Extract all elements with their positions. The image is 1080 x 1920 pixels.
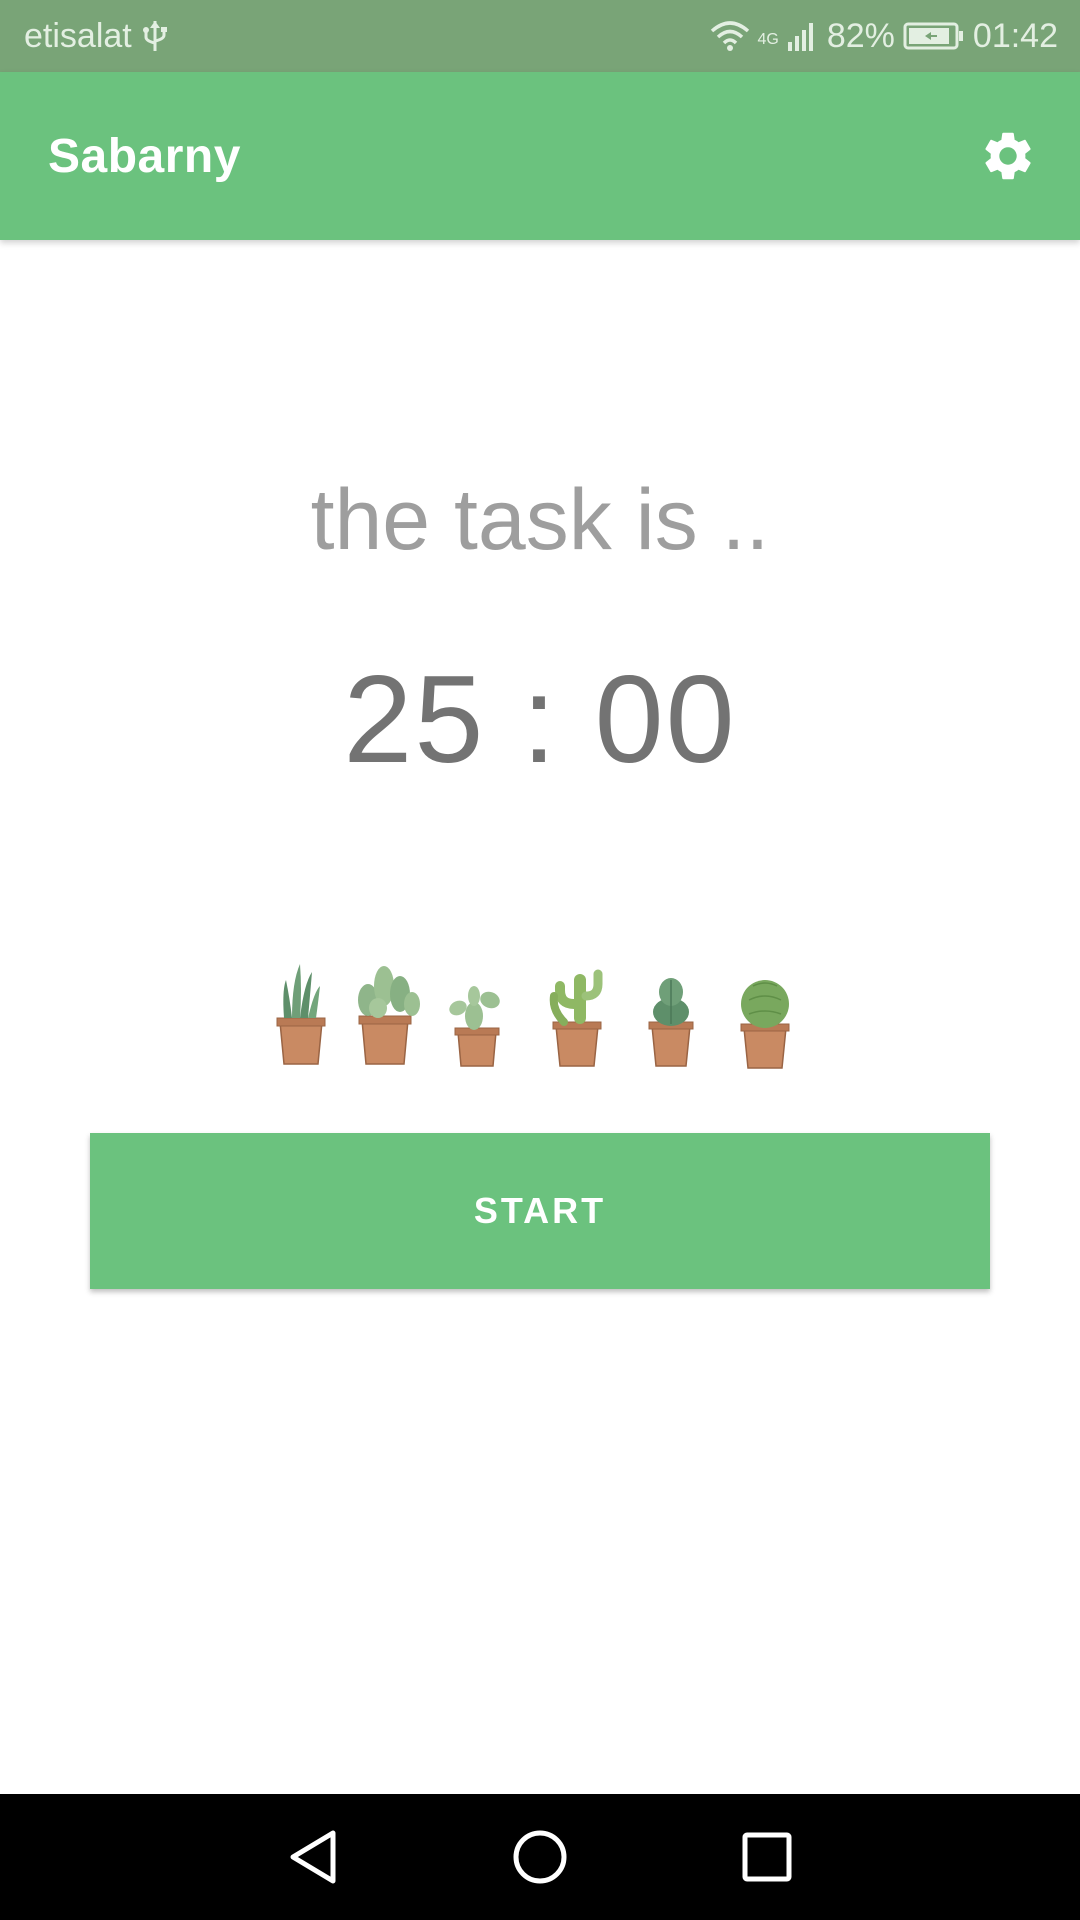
timer-display: 25 : 00 (343, 651, 737, 789)
gear-icon (985, 132, 1031, 180)
cactus-pot-2 (358, 966, 420, 1065)
recents-button[interactable] (717, 1807, 817, 1907)
cactus-pot-3 (449, 986, 500, 1067)
recents-icon (742, 1832, 792, 1882)
app-bar: Sabarny (0, 72, 1080, 240)
battery-percent: 82% (826, 16, 895, 55)
back-button[interactable] (263, 1807, 363, 1907)
status-left: etisalat (24, 17, 168, 56)
home-button[interactable] (490, 1807, 590, 1907)
network-type-text: 4G (757, 30, 779, 48)
signal-icon (787, 20, 819, 52)
cactus-pot-1 (276, 964, 326, 1065)
network-type-label: 4G (758, 31, 779, 49)
home-icon (513, 1830, 567, 1884)
settings-button[interactable] (976, 124, 1040, 188)
screen: etisalat 4G 82% 01:42 Sabarny the task i… (0, 0, 1080, 1920)
carrier-name: etisalat (24, 16, 132, 55)
battery-icon (903, 21, 965, 51)
wifi-icon (710, 19, 750, 53)
start-button[interactable]: START (90, 1133, 990, 1289)
usb-icon (142, 19, 168, 53)
task-label: the task is .. (310, 472, 770, 568)
cactus-pot-5 (648, 978, 694, 1067)
app-title: Sabarny (48, 129, 241, 183)
cactus-pots-illustration (262, 960, 822, 1076)
status-bar: etisalat 4G 82% 01:42 (0, 0, 1080, 72)
cactus-pot-6 (740, 980, 790, 1069)
clock: 01:42 (972, 16, 1058, 55)
back-icon (290, 1830, 336, 1884)
navigation-bar (0, 1794, 1080, 1920)
cactus-pot-4 (549, 969, 603, 1067)
status-right: 4G 82% 01:42 (710, 16, 1058, 56)
